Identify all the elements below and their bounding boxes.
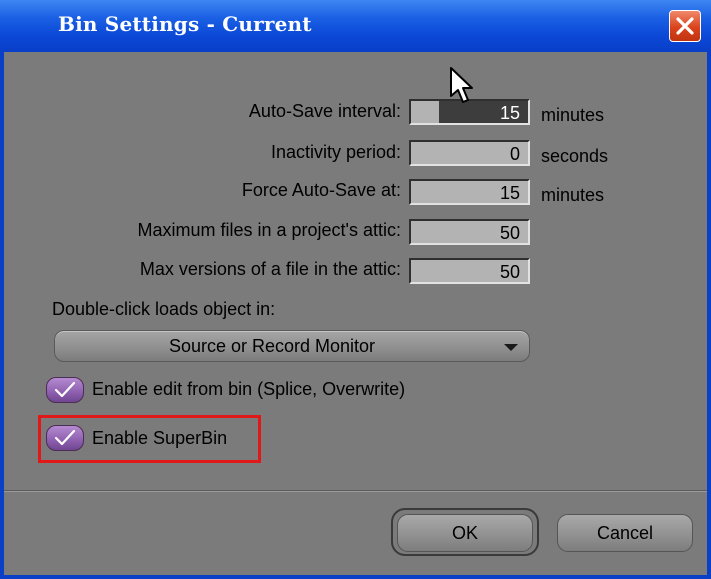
close-x-icon: [676, 17, 694, 35]
close-button[interactable]: [669, 10, 701, 42]
auto-save-value: 15: [499, 103, 520, 123]
auto-save-label: Auto-Save interval:: [248, 101, 401, 121]
edit-from-bin-label[interactable]: Enable edit from bin (Splice, Overwrite): [92, 379, 405, 400]
dialog-title: Bin Settings - Current: [58, 12, 312, 36]
auto-save-unit: minutes: [541, 105, 605, 125]
max-versions-field[interactable]: 50: [409, 258, 530, 284]
max-files-value: 50: [499, 223, 520, 243]
mouse-cursor-icon: [450, 67, 473, 103]
bin-settings-dialog: Bin Settings - Current Auto-Save interva…: [0, 0, 711, 579]
inactivity-value: 0: [509, 144, 520, 164]
double-click-label: Double-click loads object in:: [52, 299, 276, 319]
inactivity-unit: seconds: [541, 146, 609, 166]
divider: [4, 490, 707, 492]
ok-button[interactable]: OK: [397, 514, 533, 552]
max-files-label: Maximum files in a project's attic:: [137, 220, 401, 240]
chevron-down-icon: [504, 344, 518, 351]
cancel-button[interactable]: Cancel: [557, 514, 693, 552]
inactivity-field[interactable]: 0: [409, 140, 530, 166]
title-bar[interactable]: Bin Settings - Current: [0, 0, 711, 52]
highlight-box: [38, 415, 261, 463]
max-versions-label: Max versions of a file in the attic:: [139, 259, 401, 279]
dropdown-selected-value: Source or Record Monitor: [168, 336, 376, 356]
double-click-dropdown[interactable]: Source or Record Monitor: [54, 330, 530, 362]
force-auto-save-value: 15: [499, 183, 520, 203]
edit-from-bin-checkbox[interactable]: [46, 377, 84, 403]
force-auto-save-unit: minutes: [541, 185, 605, 205]
force-auto-save-field[interactable]: 15: [409, 179, 530, 205]
max-files-field[interactable]: 50: [409, 219, 530, 245]
force-auto-save-label: Force Auto-Save at:: [241, 180, 401, 200]
max-versions-value: 50: [499, 262, 520, 282]
inactivity-label: Inactivity period:: [270, 142, 401, 162]
settings-panel: Auto-Save interval: 15 minutes Inactivit…: [4, 52, 707, 575]
checkmark-icon: [54, 381, 76, 398]
